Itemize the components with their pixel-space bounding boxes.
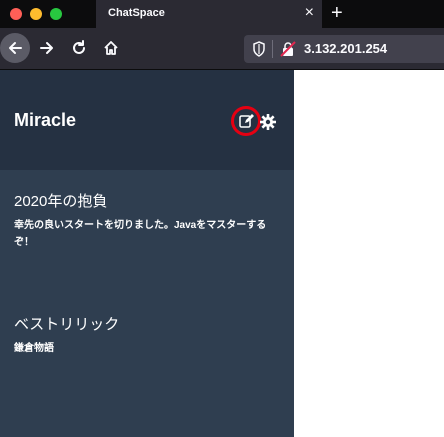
url-text: 3.132.201.254 [304, 41, 388, 56]
group-name: 2020年の抱負 [14, 193, 108, 210]
window-zoom-dot[interactable] [50, 8, 62, 20]
address-bar[interactable]: 3.132.201.254 [244, 35, 444, 63]
group-item[interactable]: ベストリリック 鎌倉物語 [14, 315, 280, 357]
window-close-dot[interactable] [10, 8, 22, 20]
url-separator [272, 40, 273, 58]
edit-icon [239, 114, 254, 128]
current-user-name: Miracle [14, 110, 77, 130]
gear-icon [260, 114, 276, 130]
arrow-left-icon [9, 42, 22, 54]
arrow-right-icon [40, 42, 53, 54]
browser-tab[interactable]: ChatSpace × [96, 0, 322, 28]
back-button[interactable] [0, 33, 30, 63]
group-item[interactable]: 2020年の抱負 幸先の良いスタートを切りました。Javaをマスターするぞ！ [14, 192, 280, 251]
reload-button[interactable] [64, 33, 94, 63]
tab-close-icon[interactable]: × [305, 3, 314, 23]
group-name: ベストリリック [14, 316, 120, 333]
chat-sidebar: Miracle 2020年の抱負 幸先の良いスタートを切りました。Javaをマス… [0, 70, 294, 437]
new-tab-icon[interactable]: + [331, 1, 343, 25]
group-last-message: 鎌倉物語 [14, 343, 54, 354]
home-icon [104, 41, 118, 55]
browser-nav-bar: 3.132.201.254 [0, 28, 444, 70]
reload-icon [73, 40, 85, 54]
shield-icon[interactable] [252, 41, 266, 57]
tab-title: ChatSpace [108, 7, 165, 19]
insecure-lock-icon[interactable] [280, 41, 296, 57]
group-last-message: 幸先の良いスタートを切りました。Javaをマスターするぞ！ [14, 220, 267, 248]
window-minimize-dot[interactable] [30, 8, 42, 20]
home-button[interactable] [96, 33, 126, 63]
new-group-button[interactable] [231, 106, 261, 136]
settings-button[interactable] [259, 113, 277, 131]
browser-tab-bar: ChatSpace × + [0, 0, 444, 28]
sidebar-header: Miracle [0, 70, 294, 170]
forward-button[interactable] [32, 33, 62, 63]
